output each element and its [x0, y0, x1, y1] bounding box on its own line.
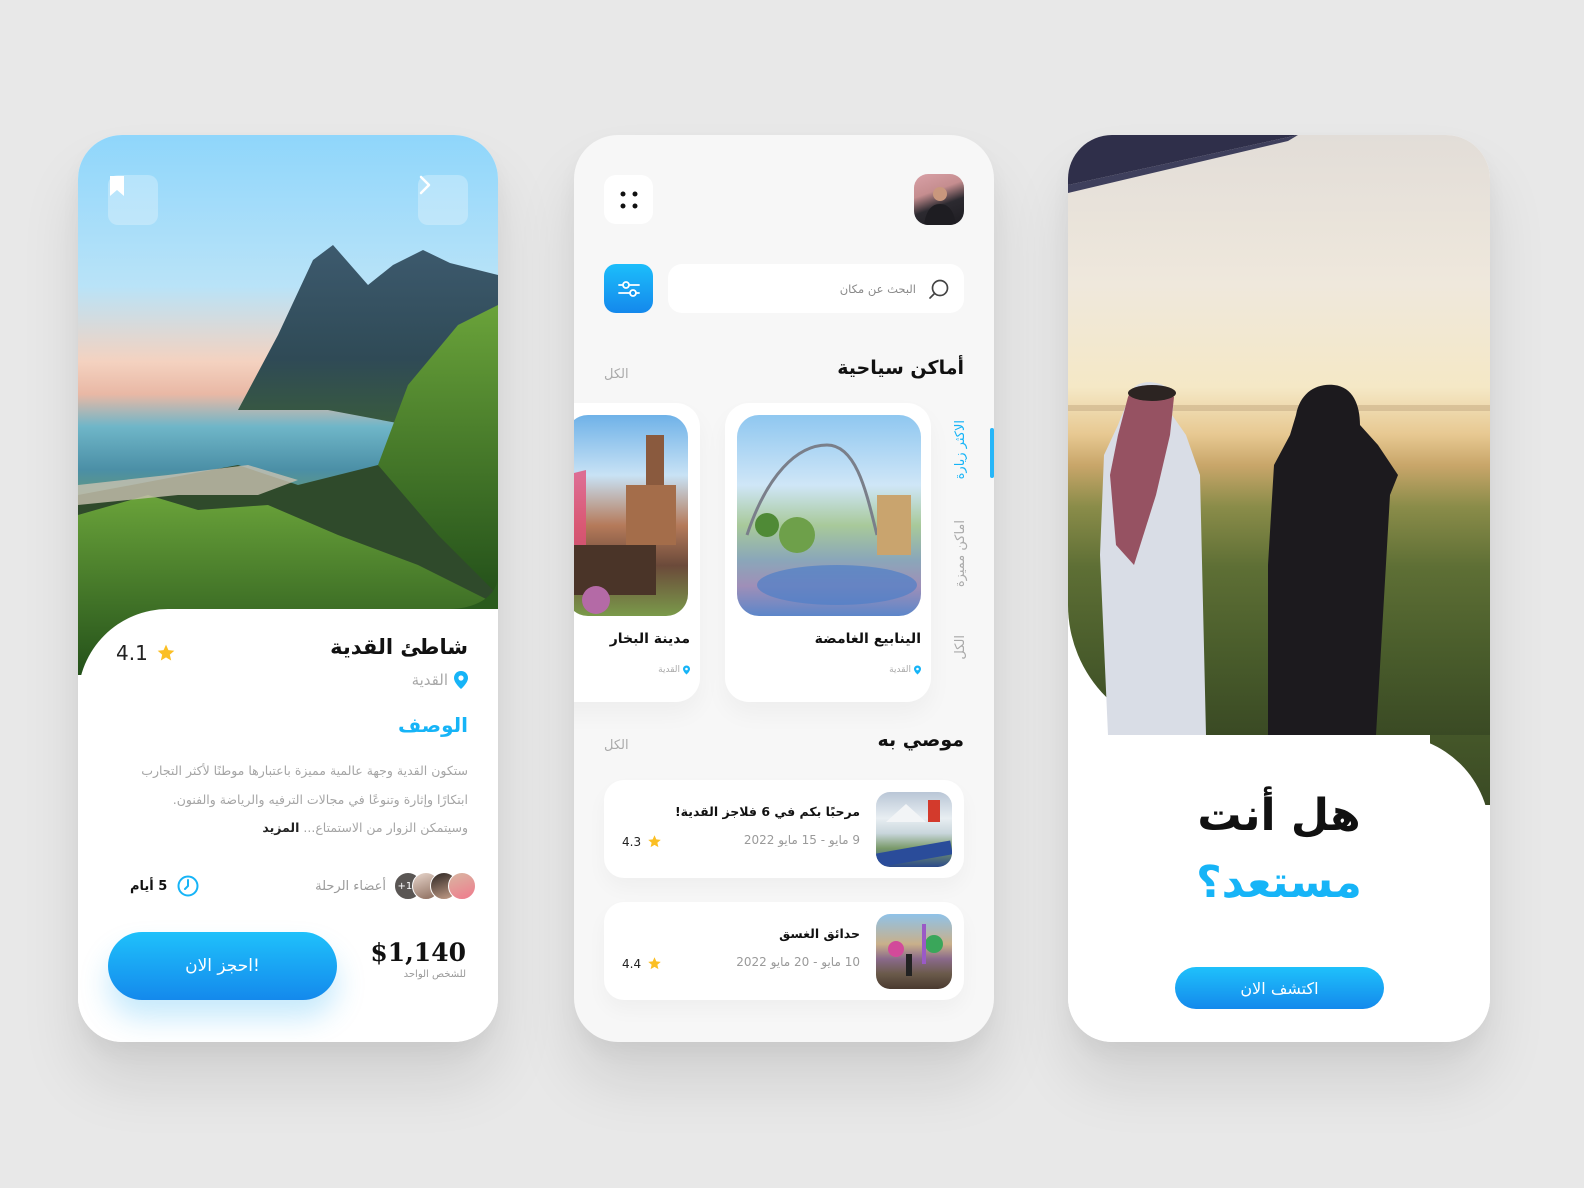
place-location: القدية	[658, 665, 690, 675]
place-title: شاطئ القدية	[330, 635, 468, 659]
tourist-places-heading: أماكن سياحية	[837, 357, 964, 379]
search-bar[interactable]	[668, 264, 964, 313]
place-name: الينابيع الغامضة	[814, 631, 921, 647]
active-tab-indicator	[990, 428, 994, 478]
member-avatars: +14	[394, 872, 476, 900]
rating-value: 4.4	[622, 956, 642, 971]
profile-avatar[interactable]	[914, 174, 964, 225]
place-location: القدية	[412, 671, 468, 689]
thumbnail-illustration	[888, 924, 943, 976]
filter-button[interactable]	[604, 264, 653, 313]
description-body: ستكون القدية وجهة عالمية مميزة باعتبارها…	[141, 763, 468, 835]
recommended-dates: 9 مايو - 15 مايو 2022	[743, 833, 860, 847]
home-screen: أماكن سياحية الكل الاكثر زيارة اماكن ممي…	[574, 135, 994, 1042]
location-text: القدية	[411, 671, 448, 689]
rating-value: 4.3	[622, 834, 642, 849]
place-card[interactable]: مدينة البخار القدية	[574, 403, 700, 702]
recommended-title: حدائق الغسق	[779, 926, 860, 941]
book-now-button[interactable]: احجز الان!	[108, 932, 337, 1000]
recommended-thumbnail	[876, 914, 952, 989]
recommended-item[interactable]: مرحبًا بكم في 6 فلاجز القدية! 9 مايو - 1…	[604, 780, 964, 878]
detail-screen: شاطئ القدية 4.1 القدية الوصف ستكون القدي…	[78, 135, 498, 1042]
location-pin-icon	[454, 671, 468, 689]
place-rating: 4.1	[116, 641, 176, 665]
recommended-rating: 4.4	[622, 956, 662, 971]
search-icon	[929, 279, 949, 299]
menu-button[interactable]	[604, 175, 653, 224]
search-input[interactable]	[716, 281, 916, 296]
trip-duration: 5 أيام	[130, 875, 199, 897]
hero-image-couple	[1068, 135, 1490, 735]
recommended-rating: 4.3	[622, 834, 662, 849]
tab-most-visited[interactable]: الاكثر زيارة	[953, 420, 968, 479]
bookmark-icon	[110, 176, 124, 196]
grid-menu-icon	[620, 191, 637, 208]
members-label: أعضاء الرحلة	[315, 878, 386, 894]
location-pin-icon	[914, 665, 921, 675]
couple-illustration	[1068, 135, 1490, 735]
place-location-text: القدية	[658, 665, 680, 675]
place-card[interactable]: الينابيع الغامضة القدية	[725, 403, 931, 702]
price-note: للشخص الواحد	[403, 969, 466, 980]
profile-photo	[924, 187, 956, 225]
sliders-icon	[617, 280, 640, 297]
place-name: مدينة البخار	[609, 631, 690, 647]
tourist-places-see-all[interactable]: الكل	[604, 367, 629, 382]
onboarding-title-line2: مستعد؟	[1196, 857, 1362, 908]
onboarding-screen: هل أنت مستعد؟ اكتشف الان	[1068, 135, 1490, 1042]
recommended-title: مرحبًا بكم في 6 فلاجز القدية!	[674, 804, 860, 819]
rollercoaster-illustration	[745, 443, 917, 605]
star-icon	[648, 835, 661, 848]
place-location-text: القدية	[889, 665, 911, 675]
bookmark-button[interactable]	[108, 175, 158, 225]
recommended-item[interactable]: حدائق الغسق 10 مايو - 20 مايو 2022 4.4	[604, 902, 964, 1000]
rating-value: 4.1	[116, 641, 148, 665]
thumbnail-illustration	[876, 800, 952, 867]
recommended-see-all[interactable]: الكل	[604, 738, 629, 753]
explore-now-button[interactable]: اكتشف الان	[1175, 967, 1384, 1009]
place-image	[574, 415, 688, 616]
trip-members[interactable]: +14 أعضاء الرحلة	[315, 872, 476, 900]
next-button[interactable]	[418, 175, 468, 225]
place-image	[737, 415, 921, 616]
recommended-dates: 10 مايو - 20 مايو 2022	[736, 955, 860, 969]
recommended-thumbnail	[876, 792, 952, 867]
tab-all[interactable]: الكل	[953, 635, 968, 660]
tab-featured-places[interactable]: اماكن مميزة	[953, 520, 968, 587]
price-value: $1,140	[370, 938, 466, 967]
chevron-right-icon	[419, 175, 431, 195]
location-pin-icon	[683, 665, 690, 675]
description-heading: الوصف	[397, 713, 468, 737]
price-block: $1,140 للشخص الواحد	[370, 938, 466, 980]
clock-icon	[177, 875, 199, 897]
star-icon	[648, 957, 661, 970]
steam-city-illustration	[574, 435, 676, 614]
read-more-link[interactable]: المزيد	[262, 820, 299, 835]
place-location: القدية	[889, 665, 921, 675]
recommended-heading: موصي به	[877, 729, 964, 751]
avatar	[448, 872, 476, 900]
description-text: ستكون القدية وجهة عالمية مميزة باعتبارها…	[123, 757, 468, 843]
star-icon	[157, 644, 175, 661]
duration-text: 5 أيام	[130, 878, 168, 894]
onboarding-title-line1: هل أنت	[1197, 790, 1361, 841]
